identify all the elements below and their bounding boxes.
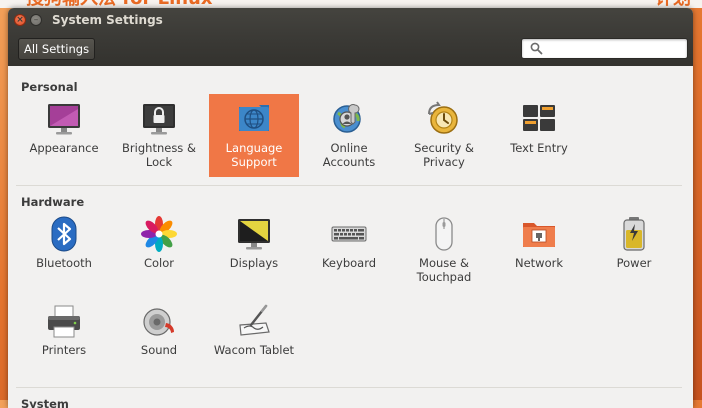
item-label: Text Entry: [510, 141, 568, 155]
section-divider: [16, 387, 682, 388]
section-divider: [16, 185, 682, 186]
color-flower-icon: [141, 216, 177, 252]
appearance-icon: [46, 101, 82, 137]
item-brightness-lock[interactable]: Brightness & Lock: [114, 94, 204, 177]
security-privacy-icon: [426, 101, 462, 137]
desktop-banner-text: 搜狗输入法 for Linux: [26, 0, 213, 8]
item-label: Online Accounts: [322, 141, 376, 169]
online-accounts-icon: [331, 101, 367, 137]
item-label: Displays: [229, 256, 279, 270]
item-text-entry[interactable]: Text Entry: [494, 94, 584, 177]
battery-icon: [616, 216, 652, 252]
item-label: Power: [616, 256, 652, 270]
item-label: Mouse & Touchpad: [416, 256, 472, 284]
desktop-banner-text-right: 计划: [655, 0, 691, 8]
system-settings-window: × – System Settings All Settings Persona…: [8, 8, 693, 408]
item-label: Bluetooth: [36, 256, 92, 270]
search-icon: [530, 42, 543, 55]
search-box[interactable]: [521, 38, 688, 59]
language-globe-icon: [236, 101, 272, 137]
close-window-button[interactable]: ×: [14, 14, 26, 26]
item-security-privacy[interactable]: Security & Privacy: [399, 94, 489, 177]
search-input[interactable]: [548, 40, 683, 57]
keyboard-icon: [331, 216, 367, 252]
printer-icon: [46, 303, 82, 339]
section-title-hardware: Hardware: [21, 195, 85, 209]
item-color[interactable]: Color: [114, 209, 204, 292]
item-power[interactable]: Power: [589, 209, 679, 292]
settings-panel: Personal Appearance Brightness & Lock La…: [8, 66, 693, 408]
item-keyboard[interactable]: Keyboard: [304, 209, 394, 292]
mouse-icon: [426, 216, 462, 252]
keyboard-layout-icon: [521, 101, 557, 137]
display-icon: [236, 216, 272, 252]
toolbar: All Settings: [8, 34, 693, 66]
item-online-accounts[interactable]: Online Accounts: [304, 94, 394, 177]
network-folder-icon: [521, 216, 557, 252]
desktop-background: 搜狗输入法 for Linux 计划: [0, 0, 702, 8]
item-label: Wacom Tablet: [213, 343, 295, 357]
item-displays[interactable]: Displays: [209, 209, 299, 292]
item-bluetooth[interactable]: Bluetooth: [19, 209, 109, 292]
tablet-pen-icon: [236, 303, 272, 339]
section-title-personal: Personal: [21, 80, 78, 94]
item-label: Security & Privacy: [414, 141, 474, 169]
item-label: Brightness & Lock: [122, 141, 196, 169]
all-settings-button[interactable]: All Settings: [18, 38, 96, 60]
item-label: Language Support: [225, 141, 283, 169]
item-sound[interactable]: Sound: [114, 296, 204, 379]
item-wacom-tablet[interactable]: Wacom Tablet: [209, 296, 299, 379]
item-language-support[interactable]: Language Support: [209, 94, 299, 177]
item-label: Appearance: [29, 141, 99, 155]
item-label: Keyboard: [321, 256, 377, 270]
item-label: Printers: [41, 343, 87, 357]
title-bar[interactable]: × – System Settings: [8, 8, 693, 34]
item-label: Color: [143, 256, 175, 270]
window-title: System Settings: [52, 13, 163, 27]
section-title-system: System: [21, 397, 69, 408]
item-mouse-touchpad[interactable]: Mouse & Touchpad: [399, 209, 489, 292]
item-label: Sound: [140, 343, 178, 357]
item-network[interactable]: Network: [494, 209, 584, 292]
item-label: Network: [514, 256, 564, 270]
item-appearance[interactable]: Appearance: [19, 94, 109, 177]
minimize-window-button[interactable]: –: [30, 14, 42, 26]
item-printers[interactable]: Printers: [19, 296, 109, 379]
speaker-icon: [141, 303, 177, 339]
lock-screen-icon: [141, 101, 177, 137]
bluetooth-icon: [46, 216, 82, 252]
